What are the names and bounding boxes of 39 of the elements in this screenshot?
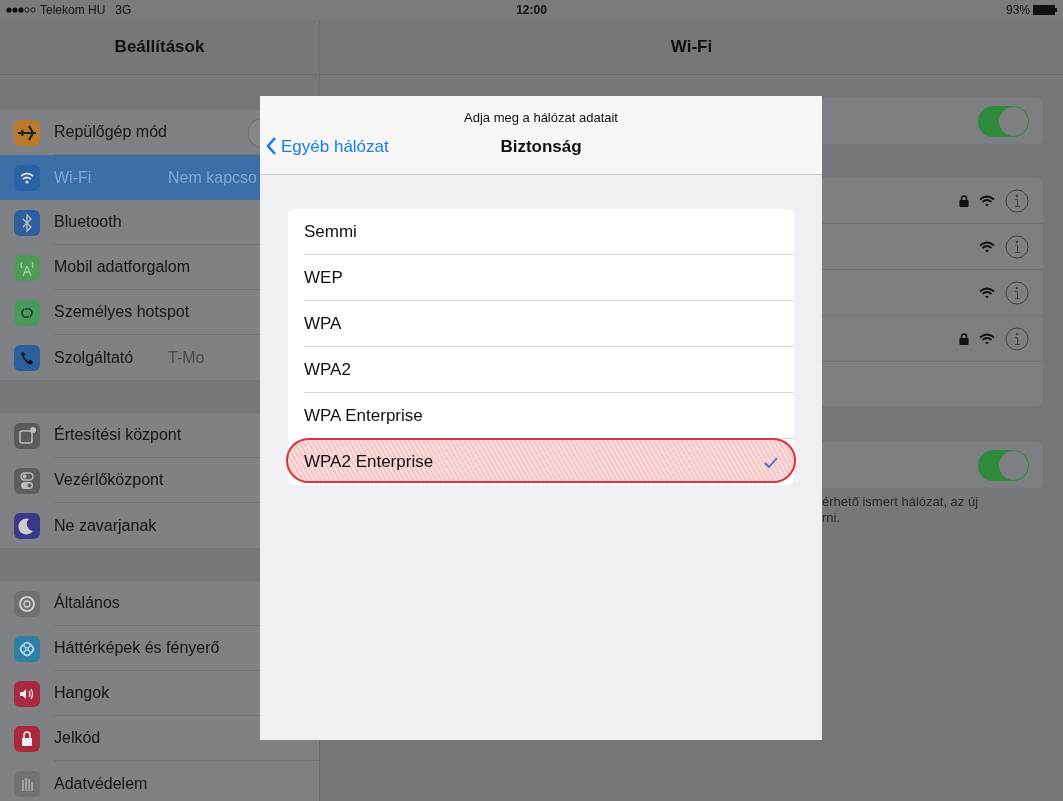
- wifi-signal-icon: [979, 286, 995, 299]
- panel-title: Wi-Fi: [670, 36, 713, 59]
- info-icon: [1005, 326, 1029, 351]
- footer-text: érhető ismert hálózat, az új: [822, 494, 980, 510]
- row-label: Repülőgép mód: [54, 122, 167, 142]
- row-label: Bluetooth: [54, 212, 122, 232]
- footer-text: rni.: [822, 510, 842, 526]
- dialog-title: Biztonság: [500, 135, 582, 158]
- checkmark-icon: [764, 456, 778, 468]
- wifi-signal-icon: [979, 194, 995, 207]
- carrier-name: Telekom HU: [40, 2, 106, 19]
- row-value: Nem kapcso: [168, 167, 257, 188]
- row-label: Ne zavarjanak: [54, 515, 157, 536]
- row-label: Adatvédelem: [54, 773, 148, 794]
- toggle-switch[interactable]: [978, 105, 1029, 137]
- back-chevron-icon: [266, 137, 277, 156]
- sidebar-title: Beállítások: [114, 36, 205, 59]
- wifi-signal-icon: [979, 332, 995, 345]
- dialog-prompt: Adja meg a hálózat adatait: [463, 109, 619, 127]
- info-icon: [1005, 234, 1029, 259]
- wifi-signal-icon: [979, 240, 995, 253]
- battery-icon: [1033, 5, 1057, 15]
- row-label: Általános: [54, 592, 120, 613]
- row-label: Szolgáltató: [54, 347, 134, 368]
- row-label: Mobil adatforgalom: [54, 257, 191, 277]
- row-label: Értesítési központ: [54, 424, 182, 445]
- info-icon: [1005, 188, 1029, 213]
- row-label: Wi-Fi: [54, 167, 92, 188]
- row-label: Vezérlőközpont: [54, 470, 164, 490]
- signal-icon: [6, 6, 36, 14]
- row-label: Hangok: [54, 683, 110, 703]
- network-type: 3G: [115, 2, 132, 19]
- battery-percent: 93%: [1005, 2, 1030, 19]
- info-icon: [1005, 280, 1029, 305]
- row-label: Jelkód: [54, 728, 101, 748]
- row-label: Személyes hotspot: [54, 302, 190, 322]
- toggle-switch[interactable]: [978, 449, 1029, 481]
- clock: 12:00: [515, 2, 548, 19]
- row-label: Háttérképek és fényerő: [54, 638, 220, 658]
